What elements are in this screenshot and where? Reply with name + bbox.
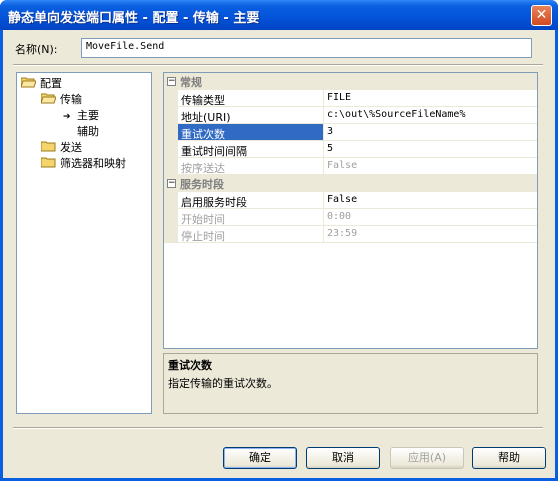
tree-item-primary-label: 主要 [77, 109, 99, 122]
property-row[interactable]: 开始时间 0:00 [164, 209, 537, 226]
property-name: 地址(URI) [178, 107, 324, 124]
property-name: 停止时间 [178, 226, 324, 243]
property-value: False [324, 158, 537, 175]
arrow-right-icon: ➔ [63, 112, 71, 122]
property-name: 重试次数 [178, 124, 324, 141]
property-value[interactable]: c:\out\%SourceFileName% [324, 107, 537, 124]
property-row[interactable]: 重试时间间隔 5 [164, 141, 537, 158]
tree-item-send[interactable]: 发送 [41, 140, 82, 155]
window-title: 静态单向发送端口属性 - 配置 - 传输 - 主要 [8, 11, 260, 26]
property-row-selected[interactable]: 重试次数 3 [164, 124, 537, 141]
tree-item-secondary[interactable]: 辅助 [77, 124, 99, 139]
category-service-window[interactable]: − 服务时段 [164, 175, 537, 192]
tree-item-transport-label: 传输 [60, 93, 82, 106]
property-value[interactable]: FILE [324, 90, 537, 107]
ok-button[interactable]: 确定 [223, 447, 297, 469]
tree-item-filters-maps[interactable]: 筛选器和映射 [41, 156, 126, 171]
property-value: 0:00 [324, 209, 537, 226]
category-general[interactable]: − 常规 [164, 73, 537, 90]
collapse-icon[interactable]: − [167, 179, 176, 188]
property-value[interactable]: 5 [324, 141, 537, 158]
property-name: 传输类型 [178, 90, 324, 107]
category-label: 常规 [180, 76, 202, 89]
description-title: 重试次数 [168, 359, 212, 372]
property-row[interactable]: 传输类型 FILE [164, 90, 537, 107]
open-folder-icon [21, 77, 36, 88]
cancel-button[interactable]: 取消 [306, 447, 380, 469]
property-name: 启用服务时段 [178, 192, 324, 209]
property-row[interactable]: 地址(URI) c:\out\%SourceFileName% [164, 107, 537, 124]
tree-item-transport[interactable]: 传输 [41, 92, 82, 107]
name-input[interactable]: MoveFile.Send [81, 38, 532, 58]
property-name: 按序送达 [178, 158, 324, 175]
description-text: 指定传输的重试次数。 [168, 377, 278, 390]
category-label: 服务时段 [180, 178, 224, 191]
property-row[interactable]: 停止时间 23:59 [164, 226, 537, 243]
tree-item-config[interactable]: 配置 [21, 76, 62, 91]
property-row[interactable]: 启用服务时段 False [164, 192, 537, 209]
property-name: 开始时间 [178, 209, 324, 226]
bottom-divider [13, 427, 543, 429]
description-pane: 重试次数 指定传输的重试次数。 [163, 353, 538, 414]
folder-icon [41, 157, 56, 168]
open-folder-icon [41, 93, 56, 104]
top-divider [13, 64, 543, 66]
folder-icon [41, 141, 56, 152]
tree-item-secondary-label: 辅助 [77, 125, 99, 138]
property-grid: − 常规 传输类型 FILE 地址(URI) c:\out\%SourceFil… [163, 72, 538, 349]
property-value[interactable]: False [324, 192, 537, 209]
title-bar[interactable]: 静态单向发送端口属性 - 配置 - 传输 - 主要 ✕ [0, 0, 558, 30]
collapse-icon[interactable]: − [167, 77, 176, 86]
tree-item-primary[interactable]: ➔ 主要 [63, 108, 99, 123]
tree-item-config-label: 配置 [40, 77, 62, 90]
help-button[interactable]: 帮助 [472, 447, 546, 469]
dialog-client: 名称(N): MoveFile.Send 配置 传输 ➔ 主要 辅助 发送 筛选… [3, 30, 555, 478]
config-tree: 配置 传输 ➔ 主要 辅助 发送 筛选器和映射 [16, 72, 152, 414]
tree-item-send-label: 发送 [60, 141, 82, 154]
property-row[interactable]: 按序送达 False [164, 158, 537, 175]
apply-button[interactable]: 应用(A) [390, 447, 464, 469]
name-label: 名称(N): [15, 43, 58, 56]
tree-item-filters-maps-label: 筛选器和映射 [60, 157, 126, 170]
property-name: 重试时间间隔 [178, 141, 324, 158]
dialog-window: 静态单向发送端口属性 - 配置 - 传输 - 主要 ✕ 名称(N): MoveF… [0, 0, 558, 481]
property-value[interactable]: 3 [324, 124, 537, 141]
close-button[interactable]: ✕ [531, 5, 552, 26]
property-value: 23:59 [324, 226, 537, 243]
